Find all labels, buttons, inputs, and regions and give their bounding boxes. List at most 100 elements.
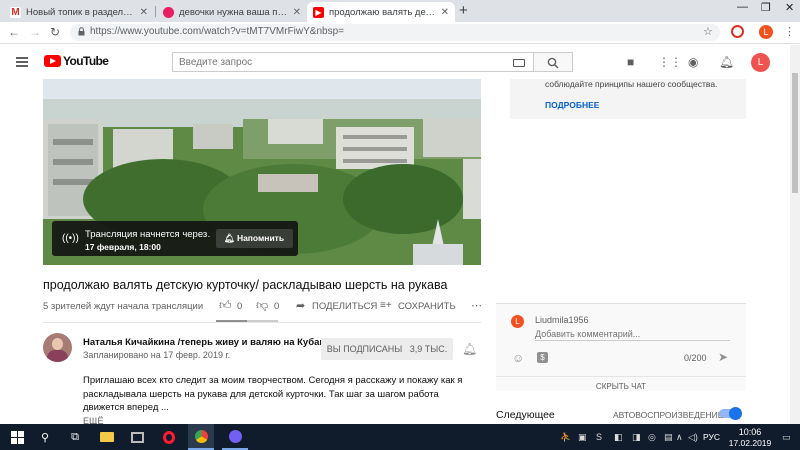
bell-icon: 🔔︎ bbox=[224, 233, 235, 243]
browser-tab-gmail[interactable]: M Новый топик в разделе «Валяние» ✕ bbox=[4, 2, 154, 22]
chat-username: Liudmila1956 bbox=[535, 315, 589, 325]
forward-icon[interactable]: → bbox=[29, 25, 41, 39]
share-icon[interactable]: ➦ bbox=[296, 299, 305, 312]
tab-title: Новый топик в разделе «Валяние» bbox=[26, 6, 136, 18]
emoji-icon[interactable]: ☺ bbox=[512, 351, 524, 365]
character-counter: 0/200 bbox=[684, 353, 707, 363]
people-icon[interactable]: ⛹ bbox=[560, 432, 571, 443]
subscribed-label: ВЫ ПОДПИСАНЫ bbox=[326, 344, 403, 354]
action-center-icon[interactable]: ▭ bbox=[782, 432, 791, 443]
guidelines-text: соблюдайте принципы нашего сообщества. bbox=[545, 79, 718, 89]
close-tab-icon[interactable]: ✕ bbox=[140, 7, 148, 18]
page-scrollbar[interactable] bbox=[790, 45, 800, 424]
extension-icon[interactable] bbox=[731, 25, 744, 38]
scrollbar-thumb[interactable] bbox=[792, 73, 798, 193]
learn-more-link[interactable]: ПОДРОБНЕЕ bbox=[545, 100, 599, 110]
remind-label: Напомнить bbox=[236, 233, 285, 243]
address-bar[interactable]: https://www.youtube.com/watch?v=tMT7VMrF… bbox=[70, 24, 720, 41]
show-more-button[interactable]: ЕЩЁ bbox=[83, 416, 103, 424]
tray-icon[interactable]: ◨ bbox=[632, 432, 641, 443]
show-hidden-icons[interactable]: ∧ bbox=[676, 432, 683, 443]
gmail-icon: M bbox=[10, 6, 21, 18]
close-tab-icon[interactable]: ✕ bbox=[441, 7, 449, 18]
channel-name[interactable]: Наталья Кичайкина /теперь живу и валяю н… bbox=[83, 337, 331, 348]
messages-icon[interactable]: ◉ bbox=[688, 55, 698, 69]
search-icon[interactable]: ⚲ bbox=[34, 424, 56, 450]
language-indicator[interactable]: РУС bbox=[703, 432, 720, 442]
youtube-logo-icon[interactable] bbox=[44, 55, 61, 67]
bookmark-star-icon[interactable]: ☆ bbox=[703, 25, 713, 38]
browser-tab-youtube[interactable]: ▶ продолжаю валять детскую курточку ✕ bbox=[307, 2, 455, 22]
save-button[interactable]: СОХРАНИТЬ bbox=[398, 301, 456, 312]
volume-icon[interactable]: ◁) bbox=[688, 432, 698, 443]
clock-time[interactable]: 10:06 bbox=[730, 427, 770, 437]
close-window-icon[interactable]: ✕ bbox=[785, 1, 794, 14]
notifications-icon[interactable]: 🔔︎ bbox=[719, 55, 734, 69]
reload-icon[interactable]: ↻ bbox=[50, 25, 60, 39]
forum-icon bbox=[163, 6, 174, 18]
live-broadcast-icon: ((•)) bbox=[62, 233, 79, 244]
file-explorer-icon[interactable] bbox=[96, 424, 118, 450]
chat-guidelines: соблюдайте принципы нашего сообщества. П… bbox=[510, 79, 746, 119]
windows-taskbar: ⚲ ⧉ ⛹ ▣ S ◧ ◨ ◎ ▤ ∧ ◁) РУС 10:06 17.02.2… bbox=[0, 424, 800, 450]
create-video-icon[interactable]: ■ bbox=[627, 55, 634, 69]
chat-user-avatar: L bbox=[511, 315, 524, 328]
tray-icon[interactable]: ▣ bbox=[578, 432, 587, 443]
maximize-icon[interactable]: ❐ bbox=[761, 1, 771, 14]
browser-toolbar: ← → ↻ https://www.youtube.com/watch?v=tM… bbox=[0, 22, 800, 44]
skype-icon[interactable]: S bbox=[596, 432, 602, 442]
url-text: https://www.youtube.com/watch?v=tMT7VMrF… bbox=[90, 26, 344, 37]
subscribed-button[interactable]: ВЫ ПОДПИСАНЫ 3,9 ТЫС. bbox=[321, 338, 453, 360]
more-actions-icon[interactable]: ⋯ bbox=[471, 299, 482, 312]
search-button[interactable] bbox=[534, 52, 573, 72]
windows-start-icon[interactable] bbox=[0, 424, 34, 450]
channel-avatar[interactable] bbox=[43, 333, 72, 362]
account-avatar[interactable]: L bbox=[751, 53, 770, 72]
chat-message-input[interactable] bbox=[535, 327, 730, 341]
browser-tab-forum[interactable]: девочки нужна ваша помощь - … ✕ bbox=[157, 2, 307, 22]
close-tab-icon[interactable]: ✕ bbox=[293, 7, 301, 18]
network-icon[interactable]: ▤ bbox=[664, 432, 673, 443]
like-count: 0 bbox=[237, 301, 243, 312]
browser-tab-strip: M Новый топик в разделе «Валяние» ✕ дево… bbox=[0, 0, 800, 22]
like-icon[interactable]: 👍︎ bbox=[219, 298, 232, 313]
back-icon[interactable]: ← bbox=[8, 25, 20, 39]
share-button[interactable]: ПОДЕЛИТЬСЯ bbox=[312, 301, 377, 312]
watch-page: ((•)) Трансляция начнется через… 17 февр… bbox=[0, 79, 800, 424]
dislike-icon[interactable]: 👎︎ bbox=[256, 298, 268, 313]
chrome-icon[interactable] bbox=[188, 424, 214, 450]
send-icon[interactable]: ➤ bbox=[718, 350, 728, 364]
remind-me-button[interactable]: 🔔︎ Напомнить bbox=[216, 229, 293, 248]
youtube-icon: ▶ bbox=[313, 6, 324, 18]
profile-avatar[interactable]: L bbox=[759, 25, 773, 39]
task-view-icon[interactable]: ⧉ bbox=[64, 424, 86, 450]
waiting-viewers: 5 зрителей ждут начала трансляции bbox=[43, 301, 204, 312]
youtube-header: YouTube ■ ⋮⋮ ◉ 🔔︎ L bbox=[0, 45, 800, 79]
app-icon[interactable] bbox=[126, 424, 148, 450]
search-input[interactable] bbox=[172, 52, 534, 72]
browser-menu-icon[interactable]: ⋮ bbox=[784, 25, 795, 38]
tab-title: девочки нужна ваша помощь - … bbox=[179, 6, 289, 18]
video-title: продолжаю валять детскую курточку/ раскл… bbox=[43, 278, 448, 292]
dislike-count: 0 bbox=[274, 301, 280, 312]
notification-bell-icon[interactable]: 🔔︎ bbox=[462, 342, 477, 356]
tray-icon[interactable]: ◧ bbox=[614, 432, 623, 443]
hide-chat-button[interactable]: СКРЫТЬ ЧАТ bbox=[496, 376, 746, 391]
keyboard-icon[interactable] bbox=[513, 59, 525, 67]
tray-icon[interactable]: ◎ bbox=[648, 432, 656, 443]
save-playlist-icon[interactable]: ≡+ bbox=[380, 300, 392, 311]
minimize-icon[interactable]: — bbox=[737, 1, 748, 13]
opera-icon[interactable] bbox=[158, 424, 180, 450]
super-chat-icon[interactable]: $ bbox=[537, 352, 548, 363]
new-tab-button[interactable]: + bbox=[459, 2, 468, 19]
premiere-date: 17 февраля, 18:00 bbox=[85, 242, 161, 252]
clock-date[interactable]: 17.02.2019 bbox=[724, 438, 776, 448]
menu-icon[interactable] bbox=[16, 57, 28, 67]
autoplay-toggle[interactable] bbox=[719, 407, 742, 420]
viber-icon[interactable] bbox=[222, 424, 248, 450]
divider bbox=[43, 322, 481, 323]
subscriber-count: 3,9 ТЫС. bbox=[409, 344, 448, 354]
youtube-logo-text[interactable]: YouTube bbox=[63, 54, 109, 68]
video-info-row: 5 зрителей ждут начала трансляции 👍︎ 0 👎… bbox=[43, 298, 482, 317]
apps-icon[interactable]: ⋮⋮ bbox=[658, 55, 682, 69]
